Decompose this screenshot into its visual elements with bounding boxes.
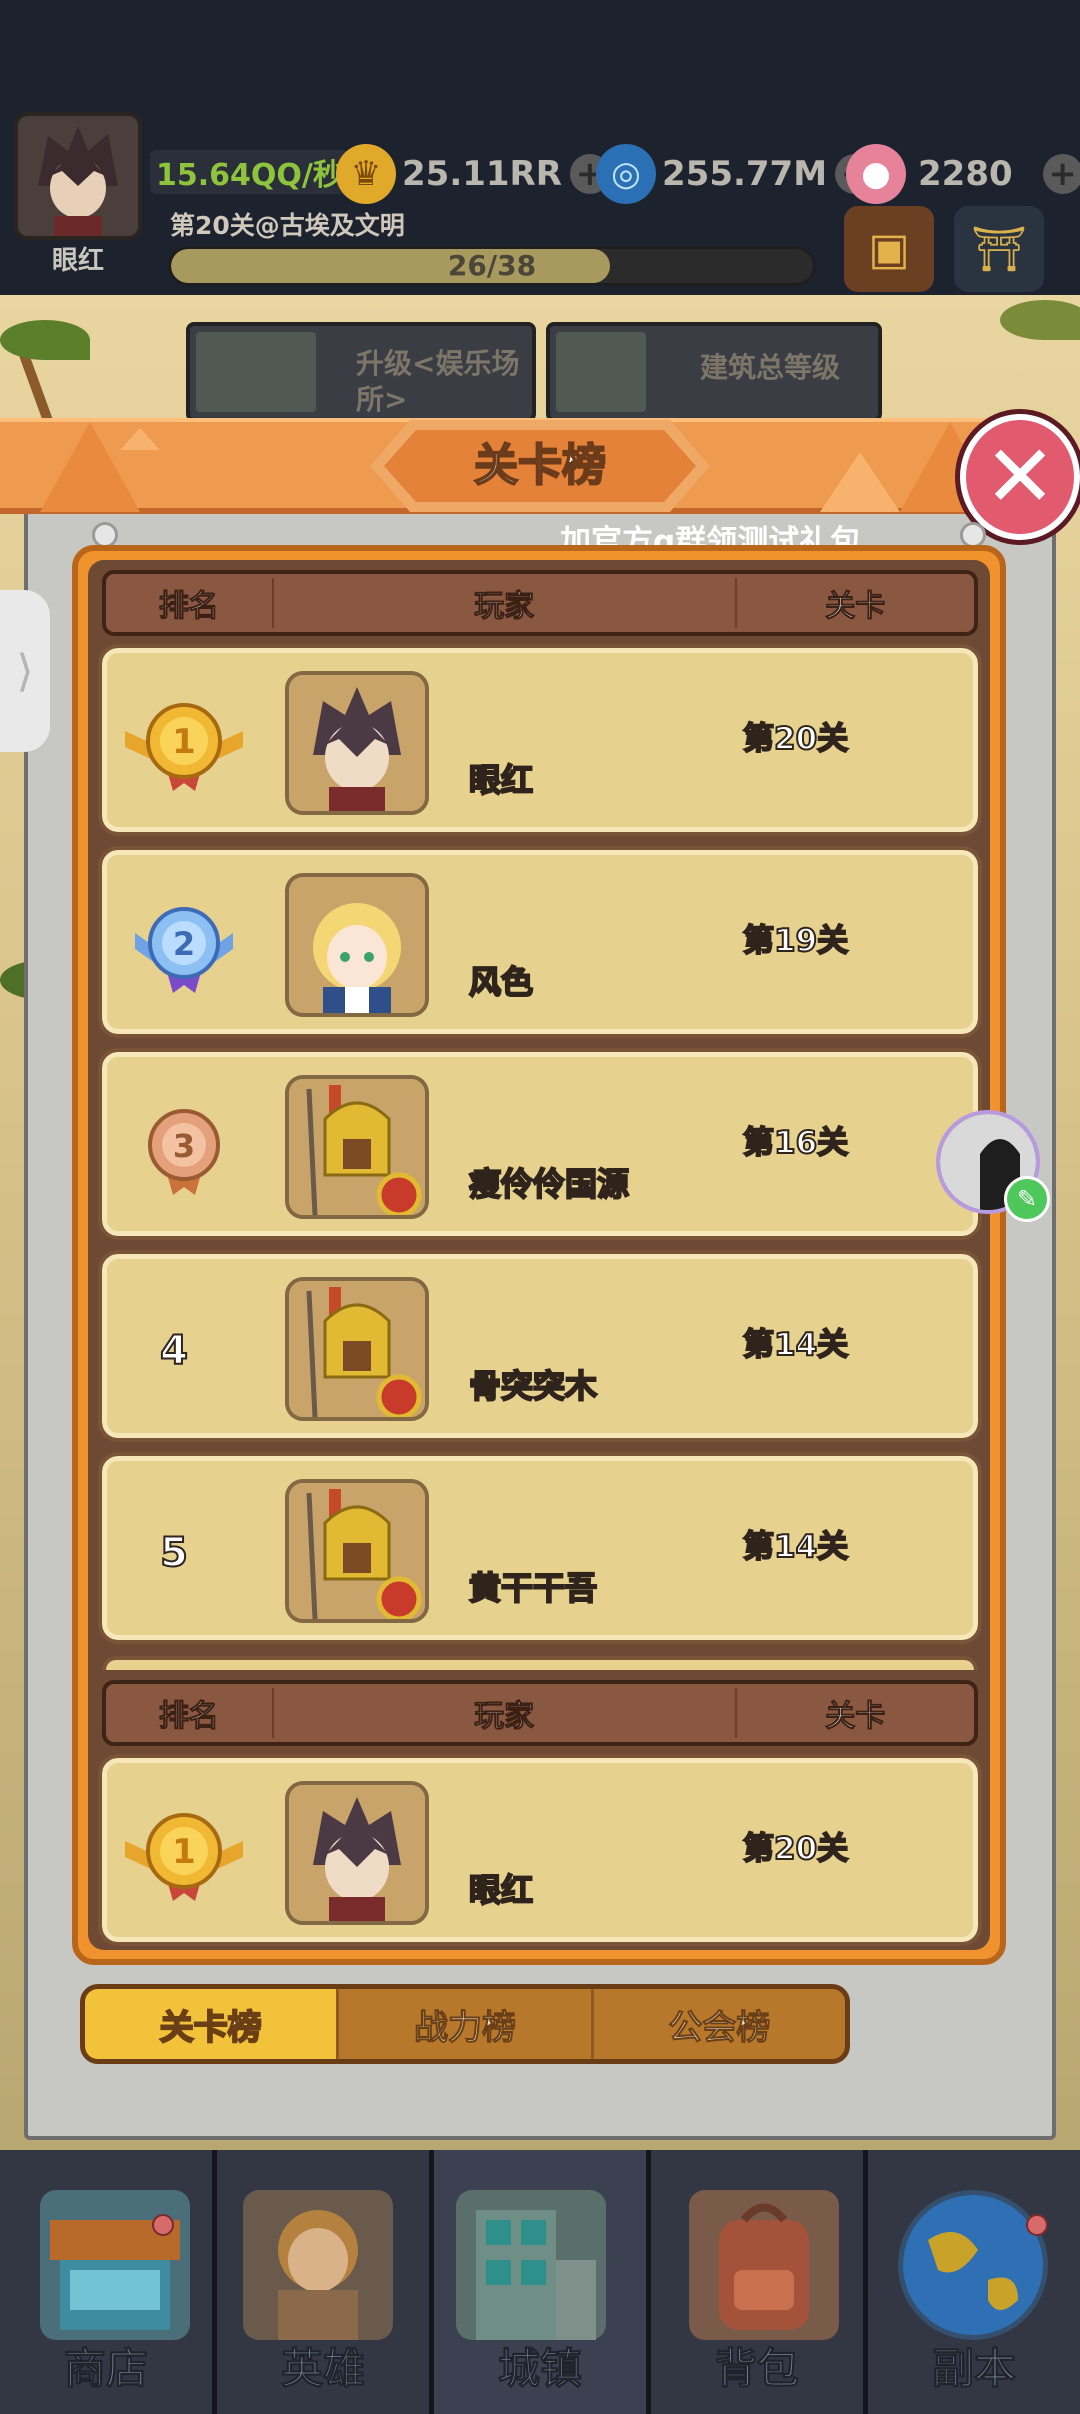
quest-banner[interactable]: 升级<娱乐场所>: [186, 322, 536, 422]
table-row[interactable]: 2 风色 第19关: [98, 846, 982, 1038]
column-header-rank: 排名: [158, 589, 219, 625]
table-row[interactable]: 1 眼红 第20关: [98, 644, 982, 836]
quest-building-icon: [196, 332, 316, 412]
pink-gem-icon: ●: [846, 144, 906, 204]
player-level: 第19关: [742, 922, 849, 960]
player-portrait: [285, 671, 429, 815]
nav-label: 副本: [931, 2344, 1016, 2394]
player-name: 瘦伶伶国源: [468, 1164, 630, 1204]
player-name: 眼红: [468, 760, 534, 800]
rank-number: 1: [172, 722, 196, 762]
side-drawer-handle[interactable]: ⟩: [0, 590, 50, 752]
quest-label: 升级<娱乐场所>: [356, 347, 520, 416]
nav-label: 商店: [63, 2344, 148, 2394]
player-name: 黄干干吾: [468, 1568, 598, 1608]
player-nickname: 眼红: [51, 246, 104, 276]
player-name: 风色: [468, 962, 534, 1002]
player-name: 骨突突木: [468, 1366, 598, 1406]
silver-medal-icon: 2: [135, 907, 233, 993]
player-name: 眼红: [468, 1870, 534, 1910]
chevron-right-icon: ⟩: [16, 645, 34, 697]
player-portrait: [285, 1781, 429, 1925]
hero-icon: [243, 2190, 393, 2340]
crown-icon: ♛: [336, 144, 396, 204]
rank-number: 2: [173, 925, 195, 963]
player-portrait: [285, 1277, 429, 1421]
quest-building-icon: [556, 332, 646, 412]
currency-value: 25.11RR: [402, 154, 562, 194]
tab-stage-ranking[interactable]: 关卡榜: [85, 1989, 340, 2059]
player-level: 第14关: [742, 1528, 849, 1566]
player-portrait: [285, 873, 429, 1017]
nav-label: 英雄: [280, 2344, 365, 2394]
tab-guild-ranking[interactable]: 公会榜: [594, 1989, 845, 2059]
gem-swirl-icon: ◎: [596, 144, 656, 204]
close-button[interactable]: ✕: [960, 414, 1080, 540]
quest-banner[interactable]: 建筑总等级: [546, 322, 882, 422]
rank-number: 4: [159, 1327, 189, 1375]
table-header: 排名 玩家 关卡: [102, 570, 978, 636]
town-icon: [456, 2190, 606, 2340]
gold-medal-icon: 1: [125, 703, 243, 791]
rank-number: 5: [159, 1529, 189, 1577]
treasure-chest-button[interactable]: ▣: [844, 206, 934, 292]
currency-value: 255.77M: [662, 154, 828, 194]
globe-icon: [898, 2190, 1048, 2340]
rank-number: 1: [172, 1832, 196, 1872]
self-rank-row[interactable]: 1 眼红 第20关: [98, 1754, 982, 1946]
rank-number: 3: [173, 1127, 195, 1165]
notification-dot: [1026, 2214, 1048, 2236]
column-header-level: 关卡: [825, 1699, 886, 1735]
nav-town[interactable]: 城镇: [434, 2150, 651, 2414]
palm-leaves-decoration: [1000, 300, 1080, 340]
nav-label: 背包: [714, 2344, 799, 2394]
player-level: 第20关: [742, 720, 849, 758]
treasure-chest-icon: ▣: [868, 223, 910, 275]
table-row[interactable]: 5 黄干干吾 第14关: [98, 1452, 982, 1644]
column-header-rank: 排名: [158, 1699, 219, 1735]
column-header-player: 玩家: [474, 589, 535, 625]
player-portrait: [285, 1075, 429, 1219]
table-row[interactable]: 4 骨突突木 第14关: [98, 1250, 982, 1442]
modal-title: 关卡榜: [473, 439, 607, 492]
add-pink-gem-button[interactable]: +: [1042, 154, 1080, 194]
nav-label: 城镇: [497, 2344, 582, 2394]
bottom-navigation: 商店 英雄 城镇 背包 副本: [0, 2150, 1080, 2414]
income-rate: 15.64QQ/秒: [150, 150, 349, 194]
leaderboard-tabs: 关卡榜 战力榜 公会榜: [80, 1984, 850, 2064]
nav-shop[interactable]: 商店: [0, 2150, 217, 2414]
portal-gate-button[interactable]: ⛩: [954, 206, 1044, 292]
table-row[interactable]: 3 瘦伶伶国源 第16关: [98, 1048, 982, 1240]
backpack-icon: [689, 2190, 839, 2340]
palm-leaves-decoration: [0, 320, 90, 360]
stage-description: 第20关@古埃及文明: [170, 211, 405, 240]
shop-icon: [40, 2190, 190, 2340]
column-header-player: 玩家: [474, 1699, 535, 1735]
player-level: 第20关: [742, 1830, 849, 1868]
currency-value: 2280: [918, 154, 1013, 194]
close-icon: ✕: [983, 427, 1057, 527]
nav-backpack[interactable]: 背包: [651, 2150, 868, 2414]
currency-swirl-gem: ◎ 255.77M +: [596, 144, 876, 204]
gold-medal-icon: 1: [125, 1813, 243, 1901]
currency-pink-gem: ● 2280 +: [846, 144, 1080, 204]
portal-gate-icon: ⛩: [971, 224, 1027, 275]
mic-muted-icon[interactable]: ✎: [1004, 1176, 1050, 1222]
nav-dungeon[interactable]: 副本: [868, 2150, 1080, 2414]
notification-dot: [152, 2214, 174, 2236]
player-level: 第14关: [742, 1326, 849, 1364]
stage-progress-text: 26/38: [447, 249, 537, 282]
currency-crown: ♛ 25.11RR +: [336, 144, 610, 204]
self-table-header: 排名 玩家 关卡: [102, 1680, 978, 1746]
bronze-medal-icon: 3: [148, 1109, 220, 1195]
next-row-peek: [102, 1656, 978, 1670]
player-portrait: [285, 1479, 429, 1623]
column-header-level: 关卡: [825, 589, 886, 625]
quest-label: 建筑总等级: [700, 351, 841, 384]
tab-power-ranking[interactable]: 战力榜: [339, 1989, 594, 2059]
nav-hero[interactable]: 英雄: [217, 2150, 434, 2414]
player-avatar[interactable]: [14, 112, 142, 240]
